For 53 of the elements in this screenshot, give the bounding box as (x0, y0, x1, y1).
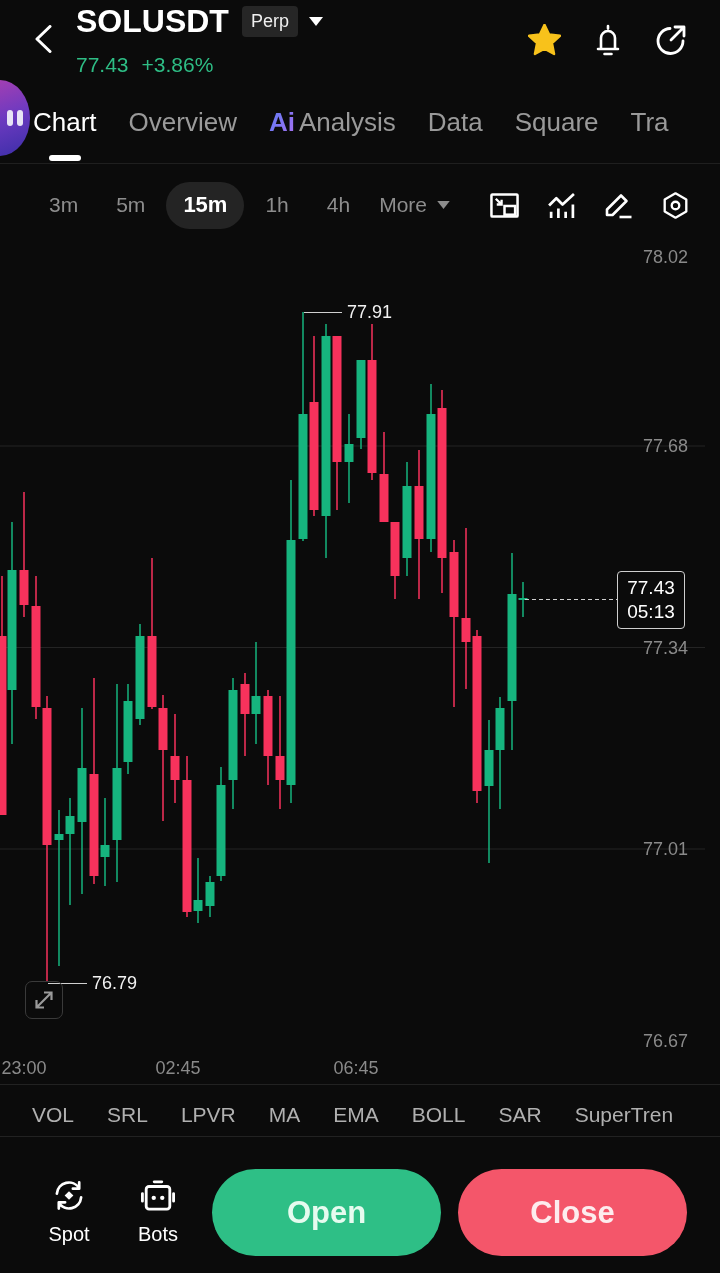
indicator-tab[interactable]: VOL (32, 1102, 75, 1127)
indicator-tab[interactable]: LPVR (180, 1102, 236, 1127)
low-price-label: 76.79 (92, 973, 138, 993)
pencil-icon[interactable] (604, 191, 633, 219)
contract-badge[interactable]: Perp (241, 5, 298, 37)
indicator-tab[interactable]: SRL (107, 1102, 148, 1127)
last-price: 77.43 (76, 54, 129, 76)
caret-icon[interactable] (308, 16, 323, 26)
interval-tab[interactable]: 3m (32, 181, 96, 229)
indicator-chart-icon[interactable] (547, 191, 576, 219)
interval-tab[interactable]: 1h (248, 181, 306, 229)
back-icon[interactable] (34, 25, 52, 53)
tab[interactable]: Overview (128, 107, 237, 161)
interval-tab[interactable]: 5m (99, 181, 163, 229)
price-change: +3.86% (141, 54, 214, 76)
indicator-tab[interactable]: SuperTren (574, 1102, 674, 1127)
bots-button[interactable]: Bots (123, 1179, 193, 1246)
indicator-tab[interactable]: BOLL (411, 1102, 466, 1127)
tab[interactable]: Square (514, 107, 599, 161)
caret-icon (437, 201, 450, 209)
price-axis-label: 77.01 (642, 839, 688, 859)
settings-icon[interactable] (661, 191, 690, 219)
indicator-tab[interactable]: MA (268, 1102, 301, 1127)
tab[interactable]: Ai Analysis (268, 107, 396, 161)
last-price-label: 77.43 (627, 576, 675, 600)
price-axis-label: 76.67 (642, 1031, 688, 1051)
robot-icon (141, 1179, 175, 1212)
symbol-title: SOLUSDT (76, 4, 229, 38)
spot-button[interactable]: Spot (34, 1179, 104, 1246)
share-icon[interactable] (655, 24, 687, 56)
expand-button[interactable] (25, 981, 63, 1019)
price-axis-label: 78.02 (642, 247, 688, 267)
star-icon[interactable] (528, 24, 561, 56)
tab[interactable]: Data (427, 107, 483, 161)
tab[interactable]: Chart (33, 107, 97, 161)
countdown-label: 05:13 (627, 600, 675, 624)
price-axis-label: 77.68 (642, 436, 688, 456)
rising-candle (193, 858, 203, 923)
more-dropdown[interactable]: More (379, 190, 450, 220)
interval-tab[interactable]: 15m (166, 181, 245, 229)
interval-tab[interactable]: 4h (309, 181, 368, 229)
two-bars-icon (7, 110, 23, 126)
leader-line (47, 982, 88, 985)
time-axis-label: 23:00 (1, 1058, 47, 1078)
tab[interactable]: Tra (630, 107, 669, 161)
price-axis-label: 77.34 (642, 637, 688, 658)
indicator-tab[interactable]: EMA (333, 1102, 379, 1127)
indicator-tab[interactable]: SAR (498, 1102, 542, 1127)
time-axis-label: 06:45 (333, 1058, 379, 1078)
expand-icon (35, 991, 53, 1009)
time-axis-label: 02:45 (155, 1058, 201, 1078)
leader-line (303, 311, 343, 314)
high-price-label: 77.91 (347, 302, 393, 322)
